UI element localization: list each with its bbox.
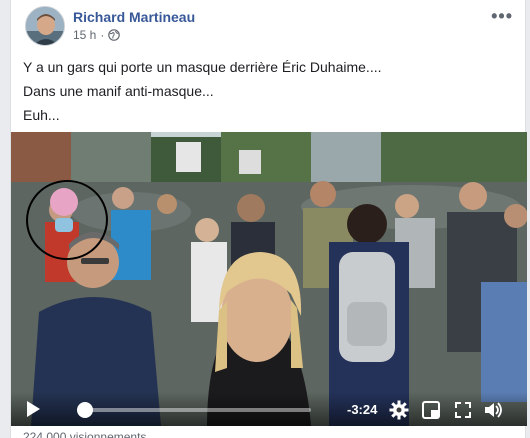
post-header: Richard Martineau 15 h · ••• bbox=[23, 6, 515, 48]
settings-icon[interactable] bbox=[389, 400, 409, 420]
video-player[interactable]: -3:24 bbox=[11, 132, 527, 426]
author-avatar[interactable] bbox=[25, 6, 65, 46]
post-timestamp[interactable]: 15 h bbox=[73, 28, 96, 42]
more-options-icon[interactable]: ••• bbox=[491, 6, 513, 27]
avatar-image bbox=[26, 7, 64, 45]
post-line: Euh... bbox=[23, 107, 60, 123]
video-frame bbox=[11, 132, 527, 426]
video-progress-track[interactable] bbox=[83, 408, 311, 412]
globe-icon bbox=[108, 29, 121, 41]
post-body: Y a un gars qui porte un masque derrière… bbox=[23, 55, 513, 127]
time-remaining: -3:24 bbox=[347, 402, 378, 417]
play-icon[interactable] bbox=[25, 400, 41, 418]
view-count[interactable]: 224 000 visionnements bbox=[23, 430, 146, 438]
post-line: Dans une manif anti-masque... bbox=[23, 83, 214, 99]
picture-in-picture-icon[interactable] bbox=[421, 400, 441, 420]
post-line: Y a un gars qui porte un masque derrière… bbox=[23, 59, 382, 75]
fullscreen-icon[interactable] bbox=[453, 400, 473, 420]
post-card: Richard Martineau 15 h · ••• Y a un gars… bbox=[10, 0, 527, 438]
volume-icon[interactable] bbox=[483, 400, 503, 420]
author-name[interactable]: Richard Martineau bbox=[73, 9, 195, 25]
video-scrub-handle[interactable] bbox=[77, 402, 93, 418]
video-controls: -3:24 bbox=[11, 392, 527, 426]
meta-separator: · bbox=[100, 28, 105, 42]
post-meta: 15 h · bbox=[73, 28, 121, 42]
